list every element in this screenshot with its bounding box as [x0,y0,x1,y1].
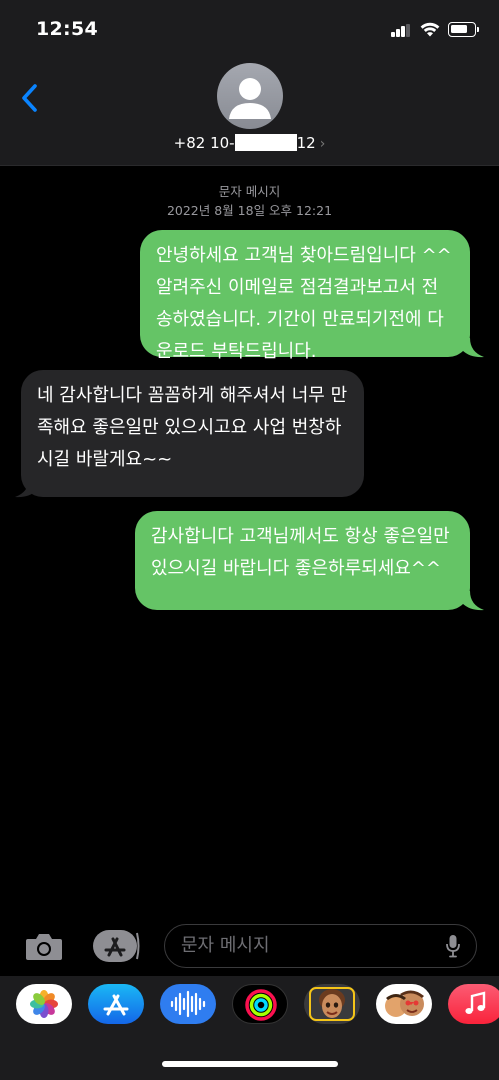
cellular-signal-icon [391,24,411,37]
app-store-apps-icon[interactable] [92,929,140,963]
service-label: 문자 메시지 [218,184,281,199]
contact-name[interactable]: +82 10- 12 › [0,134,499,152]
battery-tip [477,27,479,32]
chevron-right-icon: › [319,136,326,152]
message-text-input[interactable] [181,925,431,966]
thread-meta: 문자 메시지 2022년 8월 18일 오후 12:21 [0,182,499,220]
memoji-stickers-icon[interactable] [376,984,432,1024]
home-indicator[interactable] [162,1061,338,1067]
status-time: 12:54 [36,18,98,40]
memoji-icon[interactable] [304,984,360,1024]
message-input-field[interactable] [164,924,477,968]
contact-avatar[interactable] [217,63,283,129]
music-icon[interactable] [448,984,499,1024]
photos-icon[interactable] [16,984,72,1024]
wifi-icon [420,22,440,37]
activity-icon[interactable] [232,984,288,1024]
camera-icon[interactable] [24,930,64,962]
message-bubble-sent[interactable]: 감사합니다 고객님께서도 항상 좋은일만 있으시길 바랍니다 좋은하루되세요^^ [135,511,470,610]
contact-number-prefix: +82 10- [173,134,235,152]
back-chevron-icon[interactable] [16,78,46,118]
person-silhouette-icon [229,78,271,119]
app-store-icon[interactable] [88,984,144,1024]
microphone-icon[interactable] [445,934,461,958]
audio-message-icon[interactable] [160,984,216,1024]
contact-number-suffix: 12 [296,134,316,152]
status-bar: 12:54 [0,0,499,60]
message-bubble-sent[interactable]: 안녕하세요 고객님 찾아드림입니다 ^^ 알려주신 이메일로 점검결과보고서 전… [140,230,470,362]
message-timestamp: 2022년 8월 18일 오후 12:21 [166,203,333,218]
redacted-block [234,134,297,151]
conversation-header: +82 10- 12 › [0,60,499,166]
battery-icon [448,22,476,37]
message-bubble-received[interactable]: 네 감사합니다 꼼꼼하게 해주셔서 너무 만족해요 좋은일만 있으시고요 사업 … [21,370,364,497]
